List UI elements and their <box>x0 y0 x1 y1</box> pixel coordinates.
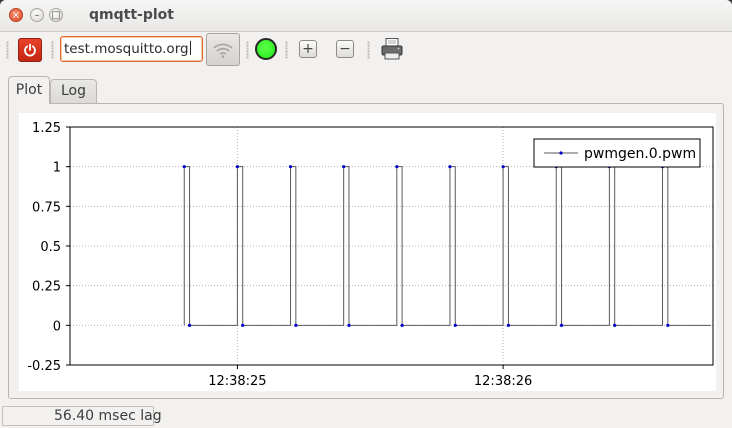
data-point <box>400 323 404 327</box>
lag-status: 56.40 msec lag <box>2 406 162 426</box>
title-bar: × – □ qmqtt-plot <box>0 0 732 32</box>
window-close-button[interactable]: × <box>9 8 23 22</box>
tab-plot[interactable]: Plot <box>8 76 50 104</box>
y-tick-label: -0.25 <box>27 359 61 374</box>
tab-log[interactable]: Log <box>50 79 97 103</box>
power-icon <box>24 43 36 57</box>
wifi-icon <box>213 43 233 58</box>
connection-status-led <box>255 38 277 60</box>
toolbar-grip-handle[interactable] <box>246 41 249 59</box>
data-point <box>448 165 452 169</box>
data-point <box>294 323 298 327</box>
toolbar-grip-handle[interactable] <box>367 41 370 59</box>
data-point <box>395 165 399 169</box>
data-point <box>347 323 351 327</box>
data-point <box>288 165 293 169</box>
plot-panel: 1.25 1 0.75 0.5 0.25 0 -0.25 12:38:25 12:38:26 pw… <box>8 103 724 399</box>
print-button[interactable] <box>379 36 405 62</box>
y-tick-label: 1.25 <box>32 121 61 136</box>
broker-host-value: test.mosquitto.org <box>64 41 189 57</box>
status-bar: 56.40 msec lag <box>0 404 732 428</box>
plot-area: 1.25 1 0.75 0.5 0.25 0 -0.25 12:38:25 12:38:26 pw… <box>19 113 716 391</box>
data-point <box>187 323 192 327</box>
text-caret <box>189 41 191 55</box>
close-icon: × <box>11 10 21 21</box>
maximize-icon: □ <box>51 10 61 21</box>
zoom-in-icon: + <box>302 40 314 57</box>
y-tick-label: 0.75 <box>32 200 61 215</box>
toolbar-grip-handle[interactable] <box>6 41 9 59</box>
window-minimize-button[interactable]: – <box>30 8 44 22</box>
printer-icon <box>381 38 403 60</box>
app-window: × – □ qmqtt-plot test.mosquitto.org + − <box>0 0 732 428</box>
legend-marker <box>559 151 563 155</box>
broker-host-input[interactable]: test.mosquitto.org <box>60 36 203 62</box>
zoom-out-button[interactable]: − <box>336 40 354 58</box>
data-point <box>182 165 186 169</box>
zoom-in-button[interactable]: + <box>299 40 317 58</box>
data-point <box>241 323 245 327</box>
wifi-connect-button[interactable] <box>206 33 240 66</box>
minimize-icon: – <box>34 10 40 21</box>
data-point <box>613 323 617 327</box>
data-point <box>506 323 511 327</box>
connect-power-button[interactable] <box>18 38 42 62</box>
toolbar: test.mosquitto.org + − <box>0 31 732 71</box>
y-tick-label: 1 <box>53 161 61 176</box>
data-point <box>453 323 457 327</box>
x-tick-label: 12:38:25 <box>208 374 266 389</box>
data-point <box>559 323 564 327</box>
zoom-out-icon: − <box>339 40 351 57</box>
toolbar-grip-handle[interactable] <box>285 41 288 59</box>
pwm-chart: 1.25 1 0.75 0.5 0.25 0 -0.25 12:38:25 12:38:26 pw… <box>27 121 714 389</box>
data-point <box>342 165 346 169</box>
y-tick-label: 0.25 <box>32 280 61 295</box>
data-point <box>666 323 670 327</box>
window-title: qmqtt-plot <box>89 7 174 23</box>
data-point <box>501 165 505 169</box>
y-tick-label: 0.5 <box>40 240 61 255</box>
legend-label: pwmgen.0.pwm <box>584 146 696 162</box>
data-point <box>235 165 239 169</box>
toolbar-grip-handle[interactable] <box>51 41 54 59</box>
y-tick-label: 0 <box>53 319 61 334</box>
x-tick-label: 12:38:26 <box>474 374 532 389</box>
window-maximize-button[interactable]: □ <box>49 8 63 22</box>
